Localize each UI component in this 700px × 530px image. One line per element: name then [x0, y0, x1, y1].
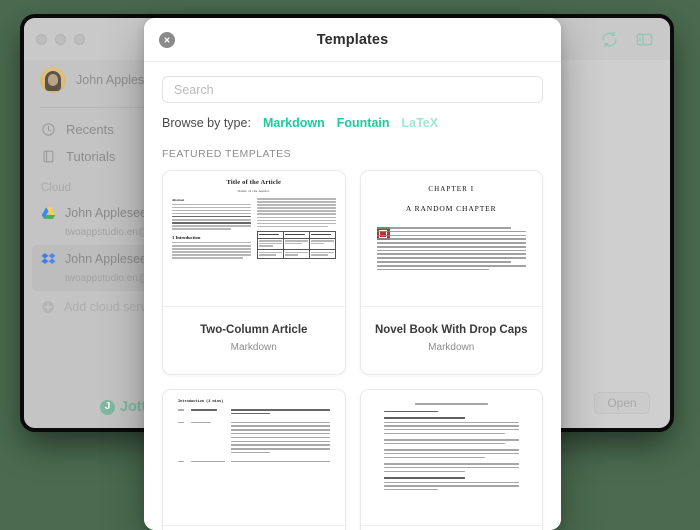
template-card-podcast-interview-script[interactable]: Introduction (3 mins) [162, 389, 346, 530]
add-cloud-label: Add cloud servi [64, 300, 150, 314]
preview-table-header-cell [310, 232, 335, 237]
type-filter-markdown[interactable]: Markdown [263, 116, 325, 130]
preview-column-left: Abstract 1 Introduction [172, 198, 251, 260]
preview-heading: 1 Introduction [172, 234, 201, 240]
template-type: Markdown [428, 342, 475, 354]
template-preview: Introduction (3 mins) [163, 390, 345, 526]
preview-screenplay [370, 398, 534, 491]
preview-script-row [178, 421, 330, 456]
traffic-lights [36, 33, 85, 45]
cloud-account-email: twoappstudio.en@g [65, 273, 154, 284]
preview-table-header-cell [258, 232, 284, 238]
book-icon [41, 149, 56, 164]
preview-fade [163, 501, 345, 525]
close-icon[interactable] [159, 31, 175, 48]
preview-heading: Abstract [172, 198, 185, 202]
clock-icon [41, 122, 56, 137]
type-filter-latex[interactable]: LaTeX [402, 116, 439, 130]
browse-by-type-row: Browse by type: Markdown Fountain LaTeX [162, 116, 543, 130]
template-preview [360, 390, 542, 526]
dropbox-icon [41, 252, 56, 266]
search-input[interactable] [162, 76, 543, 103]
cloud-account-name: John Appleseed [65, 206, 154, 220]
preview-author: Name of the Author [237, 189, 270, 193]
sidebar-toggle-icon[interactable] [635, 30, 654, 49]
template-name: Novel Book With Drop Caps [374, 323, 528, 336]
desktop-background: John Appleseed Recents Tutorials Cloud J… [0, 0, 700, 530]
jotterpad-logo-icon: J [100, 399, 116, 415]
cloud-account-email: twoappstudio.en@g [65, 227, 154, 238]
preview-title: Introduction (3 mins) [178, 400, 224, 404]
preview-body [376, 227, 526, 271]
featured-templates-label: FEATURED TEMPLATES [162, 148, 292, 160]
template-preview: Title of the Article Name of the Author … [163, 171, 345, 307]
google-drive-icon [41, 206, 56, 220]
preview-column-right [256, 198, 336, 260]
preview-script-row [178, 409, 330, 417]
open-button[interactable]: Open [594, 392, 650, 414]
sync-icon[interactable] [600, 30, 619, 49]
template-card-pdf-file-screenplay[interactable]: PDF File Screenplay Fountain [359, 389, 543, 530]
titlebar-actions [600, 18, 654, 60]
modal-scroll-area[interactable]: Browse by type: Markdown Fountain LaTeX … [144, 62, 561, 530]
sidebar-item-label: Recents [66, 122, 114, 137]
template-name: Two-Column Article [200, 323, 308, 336]
modal-header: Templates [144, 18, 561, 62]
cloud-account-text: John Appleseed twoappstudio.en@g [65, 250, 154, 286]
template-card-novel-book-with-drop-caps[interactable]: CHAPTER I A RANDOM CHAPTER Novel Book Wi [359, 170, 543, 375]
preview-title: Title of the Article [226, 179, 282, 186]
preview-fade [163, 282, 345, 306]
template-meta: Podcast Interview Script Markdown [163, 526, 345, 530]
sidebar-item-label: Tutorials [66, 149, 116, 164]
preview-chapter-title: A RANDOM CHAPTER [405, 204, 497, 213]
template-meta: PDF File Screenplay Fountain [361, 526, 543, 530]
preview-fade [360, 501, 542, 525]
preview-chapter-number: CHAPTER I [428, 185, 475, 193]
close-window-button[interactable] [36, 33, 47, 45]
cloud-account-name: John Appleseed [65, 252, 154, 266]
browse-by-type-label: Browse by type: [162, 116, 251, 130]
avatar [40, 67, 66, 93]
templates-modal: Templates Browse by type: Markdown Fount… [144, 18, 561, 530]
template-preview: CHAPTER I A RANDOM CHAPTER [360, 171, 542, 307]
plus-circle-icon [41, 300, 55, 314]
zoom-window-button[interactable] [74, 33, 85, 45]
type-filter-fountain[interactable]: Fountain [337, 116, 390, 130]
template-meta: Novel Book With Drop Caps Markdown [361, 307, 543, 374]
preview-table-header-cell [284, 232, 310, 238]
minimize-window-button[interactable] [55, 33, 66, 45]
preview-table [256, 231, 336, 260]
template-meta: Two-Column Article Markdown [163, 307, 345, 374]
template-card-two-column-article[interactable]: Title of the Article Name of the Author … [162, 170, 346, 375]
page-title: Templates [316, 31, 389, 48]
templates-grid: Title of the Article Name of the Author … [162, 170, 543, 530]
preview-script-row [178, 460, 330, 465]
preview-columns: Abstract 1 Introduction [172, 198, 336, 260]
cloud-account-text: John Appleseed twoappstudio.en@g [65, 204, 154, 240]
template-type: Markdown [230, 342, 277, 354]
preview-fade [360, 282, 542, 306]
